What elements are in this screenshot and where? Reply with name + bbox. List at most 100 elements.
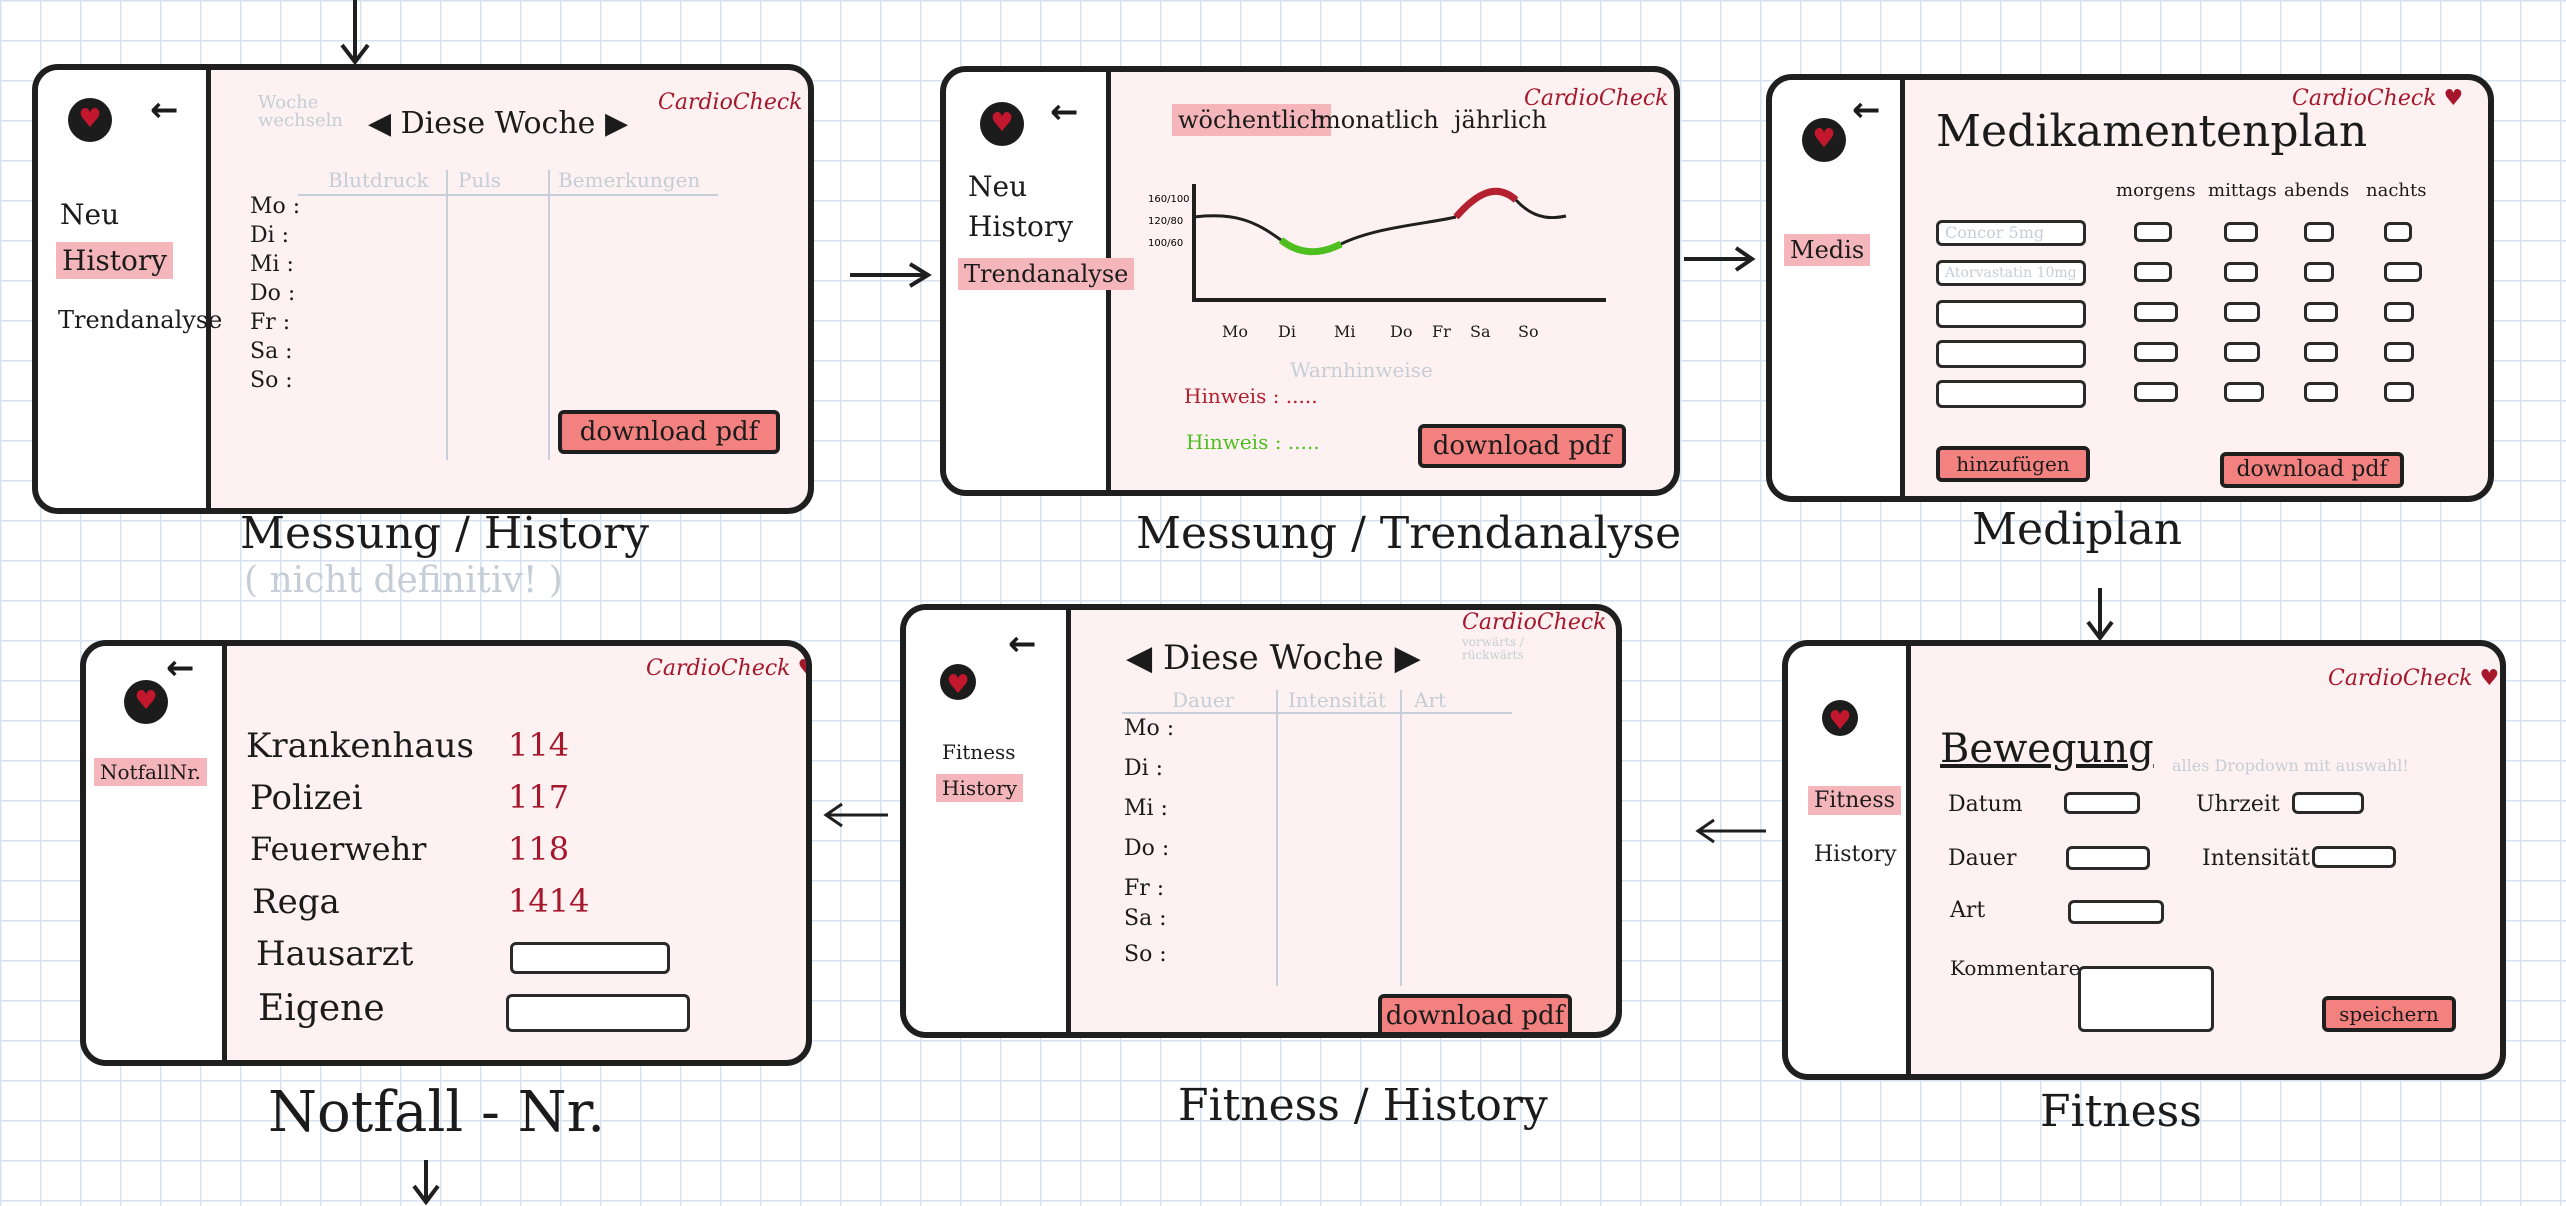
med-name-field[interactable] <box>1936 300 2086 328</box>
field-label-intensitaet: Intensität <box>2202 846 2311 871</box>
download-pdf-button[interactable]: download pdf <box>2220 452 2404 488</box>
flow-arrow-left <box>1695 818 1766 844</box>
day-label: Fr : <box>250 310 291 335</box>
day-label: Do : <box>250 281 296 306</box>
checkbox-mittags[interactable] <box>2224 222 2258 242</box>
back-arrow-icon[interactable]: ← <box>1852 90 1881 130</box>
download-pdf-button[interactable]: download pdf <box>1418 424 1626 468</box>
brand-label: CardioCheck <box>1524 86 1674 111</box>
hint-label: Hinweis : <box>1184 384 1280 408</box>
checkbox-nachts[interactable] <box>2384 222 2412 242</box>
med-name-field[interactable]: Atorvastatin 10mg <box>1936 260 2086 286</box>
nav-notfallnr[interactable]: NotfallNr. <box>94 758 207 786</box>
save-button[interactable]: speichern <box>2322 996 2456 1032</box>
nav-trendanalyse[interactable]: Trendanalyse <box>958 258 1135 290</box>
med-name-field[interactable] <box>1936 340 2086 368</box>
med-name-field[interactable]: Concor 5mg <box>1936 220 2086 246</box>
emergency-number[interactable]: 1414 <box>508 882 589 920</box>
dauer-dropdown[interactable] <box>2066 846 2150 870</box>
checkbox-morgens[interactable] <box>2134 222 2172 242</box>
trend-line <box>1193 214 1282 242</box>
checkbox-morgens[interactable] <box>2134 342 2178 362</box>
hausarzt-input[interactable] <box>510 942 670 974</box>
screen-trendanalyse: Neu History Trendanalyse ← CardioCheck w… <box>940 66 1680 496</box>
med-name-field[interactable] <box>1936 380 2086 408</box>
table-header-line <box>298 194 718 196</box>
kommentare-textarea[interactable] <box>2078 966 2214 1032</box>
checkbox-abends[interactable] <box>2304 382 2338 402</box>
heart-logo-icon <box>1802 118 1846 162</box>
week-hint: vorwärts / rückwärts <box>1462 635 1524 662</box>
day-label: Mo : <box>250 194 301 219</box>
checkbox-nachts[interactable] <box>2384 262 2422 282</box>
nav-history[interactable]: History <box>56 242 174 279</box>
checkbox-mittags[interactable] <box>2224 302 2260 322</box>
col-mittags: mittags <box>2208 180 2277 201</box>
week-selector[interactable]: ◀ Diese Woche ▶ <box>1126 638 1421 678</box>
checkbox-morgens[interactable] <box>2134 302 2178 322</box>
day-label: Sa : <box>250 339 293 364</box>
nav-fitness[interactable]: Fitness <box>942 740 1016 764</box>
emergency-number[interactable]: 118 <box>508 830 569 868</box>
nav-medis[interactable]: Medis <box>1784 234 1871 266</box>
sidebar: Neu History Trendanalyse <box>946 72 1135 490</box>
nav-history[interactable]: History <box>1814 842 1897 867</box>
sidebar: Fitness History <box>1788 646 1911 1074</box>
col-art: Art <box>1414 688 1447 712</box>
col-divider <box>446 170 448 460</box>
day-label: Di : <box>1124 756 1164 781</box>
checkbox-abends[interactable] <box>2304 302 2338 322</box>
checkbox-abends[interactable] <box>2304 262 2334 282</box>
emergency-row: Krankenhaus 114 <box>246 726 646 776</box>
heart-logo-icon <box>124 680 168 724</box>
col-nachts: nachts <box>2366 180 2427 201</box>
art-dropdown[interactable] <box>2068 900 2164 924</box>
dropdown-hint: alles Dropdown mit auswahl! <box>2172 756 2409 775</box>
checkbox-abends[interactable] <box>2304 222 2334 242</box>
nav-new[interactable]: Neu <box>968 170 1027 203</box>
nav-history[interactable]: History <box>968 210 1073 243</box>
nav-fitness[interactable]: Fitness <box>1808 786 1901 815</box>
checkbox-abends[interactable] <box>2304 342 2338 362</box>
week-label: Diese Woche <box>1162 638 1384 678</box>
datum-dropdown[interactable] <box>2064 792 2140 814</box>
col-dauer: Dauer <box>1172 688 1235 712</box>
back-arrow-icon[interactable]: ← <box>166 648 195 688</box>
tab-yearly[interactable]: jährlich <box>1454 106 1547 134</box>
checkbox-nachts[interactable] <box>2384 342 2414 362</box>
checkbox-nachts[interactable] <box>2384 382 2414 402</box>
checkbox-mittags[interactable] <box>2224 342 2260 362</box>
checkbox-morgens[interactable] <box>2134 382 2178 402</box>
checkbox-mittags[interactable] <box>2224 382 2264 402</box>
field-label-datum: Datum <box>1948 792 2023 817</box>
table-header-line <box>1122 712 1512 714</box>
checkbox-morgens[interactable] <box>2134 262 2172 282</box>
tab-weekly[interactable]: wöchentlich <box>1172 104 1332 136</box>
day-label: Mi : <box>250 252 294 277</box>
flow-arrow-top <box>340 0 370 66</box>
week-selector[interactable]: ◀ Diese Woche ▶ <box>368 106 628 141</box>
back-arrow-icon[interactable]: ← <box>150 90 179 130</box>
screen-mediplan: Medis ← CardioCheck Medikamentenplan mor… <box>1766 74 2494 502</box>
eigene-label: Eigene <box>258 988 385 1029</box>
eigene-input[interactable] <box>506 994 690 1032</box>
caption-fitness: Fitness <box>2040 1086 2202 1137</box>
uhrzeit-dropdown[interactable] <box>2292 792 2364 814</box>
intensitaet-dropdown[interactable] <box>2312 846 2396 868</box>
add-medication-button[interactable]: hinzufügen <box>1936 446 2090 482</box>
tab-monthly[interactable]: monatlich <box>1318 106 1439 134</box>
download-pdf-button[interactable]: download pdf <box>558 410 780 454</box>
checkbox-mittags[interactable] <box>2224 262 2258 282</box>
back-arrow-icon[interactable]: ← <box>1008 624 1037 664</box>
back-arrow-icon[interactable]: ← <box>1050 92 1079 132</box>
checkbox-nachts[interactable] <box>2384 302 2414 322</box>
emergency-number[interactable]: 114 <box>508 726 569 764</box>
x-tick-label: Di <box>1278 322 1296 341</box>
emergency-number[interactable]: 117 <box>508 778 569 816</box>
hint-ok: Hinweis : ..... <box>1186 430 1320 454</box>
sidebar: Fitness History <box>906 610 1071 1032</box>
download-pdf-button[interactable]: download pdf <box>1378 994 1572 1032</box>
nav-new[interactable]: Neu <box>60 198 119 231</box>
nav-trendanalyse[interactable]: Trendanalyse <box>58 306 222 334</box>
nav-history[interactable]: History <box>936 774 1024 802</box>
